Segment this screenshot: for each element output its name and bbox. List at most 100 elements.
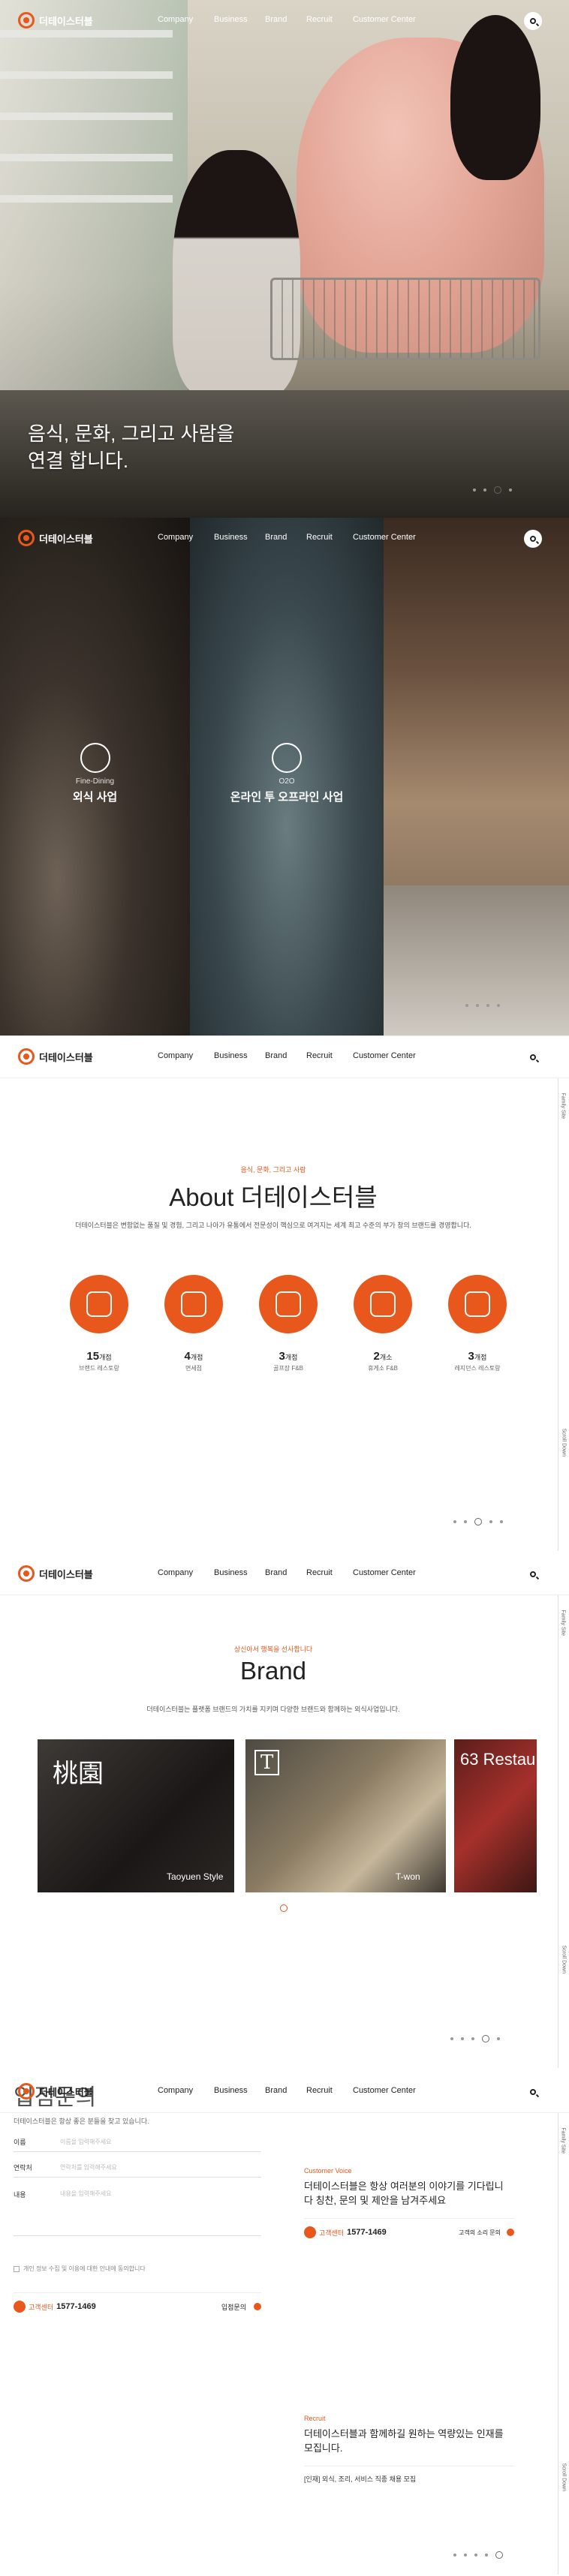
nav-recruit[interactable]: Recruit (306, 533, 353, 542)
nav-business[interactable]: Business (214, 1568, 265, 1577)
nav-company[interactable]: Company (158, 1568, 214, 1577)
nav-company[interactable]: Company (158, 533, 214, 542)
page-dot-active[interactable] (494, 486, 501, 494)
hero-line-1: 음식, 문화, 그리고 사람을 (28, 422, 235, 445)
brand-card-taoyuen[interactable]: 桃園 Taoyuen Style (38, 1739, 234, 1892)
business-panel-venue[interactable] (384, 518, 569, 1036)
contact-footer-bar: 고객센터 1577-1469 입점문의 (14, 2292, 261, 2313)
search-button[interactable] (524, 1565, 542, 1583)
brand-card-logo: 桃園 (53, 1759, 104, 1789)
brand-card-caption: Taoyuen Style (167, 1871, 224, 1882)
nav-brand[interactable]: Brand (265, 1568, 306, 1577)
voice-link-row[interactable]: 고객센터 1577-1469 고객의 소리 문의 (304, 2218, 514, 2238)
dining-icon (80, 743, 110, 773)
logo[interactable]: 더테이스터블 (18, 530, 93, 546)
nav-brand[interactable]: Brand (265, 533, 306, 542)
family-site-link[interactable]: Family Site (561, 1610, 566, 1636)
page-dot[interactable] (473, 488, 476, 491)
nav-brand[interactable]: Brand (265, 2086, 306, 2095)
logo[interactable]: 더테이스터블 (18, 1565, 93, 1582)
stat-number: 15 (86, 1350, 100, 1363)
nav-recruit[interactable]: Recruit (306, 2086, 353, 2095)
family-site-link[interactable]: Family Site (561, 1093, 566, 1119)
logo[interactable]: 더테이스터블 (18, 2083, 93, 2100)
stat-unit: 개소 (379, 1354, 393, 1361)
search-button[interactable] (524, 2083, 542, 2101)
page-dot[interactable] (461, 2037, 464, 2040)
page-dot[interactable] (486, 1004, 489, 1007)
nav-customer-center[interactable]: Customer Center (353, 1568, 435, 1577)
field-placeholder[interactable]: 내용을 입력해주세요 (60, 2190, 111, 2198)
page-dot[interactable] (497, 2037, 500, 2040)
page-dot[interactable] (485, 2553, 488, 2556)
business-panel-dining[interactable]: Fine-Dining 외식 사업 (0, 518, 190, 1036)
page-dot[interactable] (483, 488, 486, 491)
page-dot[interactable] (450, 2037, 453, 2040)
page-dot[interactable] (471, 2037, 474, 2040)
brand-card-63[interactable]: 63 Restau (454, 1739, 537, 1892)
site-header: 더테이스터블 Company Business Brand Recruit Cu… (0, 0, 569, 42)
logo[interactable]: 더테이스터블 (18, 12, 93, 29)
brand-slider-indicator[interactable] (280, 1904, 288, 1912)
nav-brand[interactable]: Brand (265, 1051, 306, 1060)
page-dot[interactable] (474, 2553, 477, 2556)
nav-customer-center[interactable]: Customer Center (353, 533, 435, 542)
logo-text: 더테이스터블 (39, 2086, 93, 2098)
page-dot[interactable] (464, 2553, 467, 2556)
search-button[interactable] (524, 1048, 542, 1066)
search-button[interactable] (524, 530, 542, 548)
business-pagination (465, 1004, 500, 1007)
logo[interactable]: 더테이스터블 (18, 1048, 93, 1065)
page-dot-active[interactable] (474, 1518, 482, 1525)
nav-brand[interactable]: Brand (265, 15, 306, 24)
nav-business[interactable]: Business (214, 15, 265, 24)
nav-business[interactable]: Business (214, 2086, 265, 2095)
nav-customer-center[interactable]: Customer Center (353, 1051, 435, 1060)
name-field[interactable]: 이름 이름을 입력해주세요 (14, 2133, 261, 2152)
section-pagination (453, 1518, 503, 1525)
page-dot[interactable] (453, 2553, 456, 2556)
message-field[interactable]: 내용 내용을 입력해주세요 (14, 2184, 261, 2236)
page-dot-active[interactable] (482, 2035, 489, 2042)
page-dot-active[interactable] (495, 2551, 503, 2559)
nav-recruit[interactable]: Recruit (306, 1051, 353, 1060)
page-dot[interactable] (476, 1004, 479, 1007)
nav-company[interactable]: Company (158, 1051, 214, 1060)
stat-label: 레지던스 레스토랑 (454, 1365, 501, 1372)
o2o-icon (272, 743, 302, 773)
search-icon (530, 1054, 536, 1060)
page-dot[interactable] (464, 1520, 467, 1523)
nav-recruit[interactable]: Recruit (306, 1568, 353, 1577)
nav-recruit[interactable]: Recruit (306, 15, 353, 24)
voice-arrow-icon[interactable] (507, 2229, 514, 2236)
site-header: 더테이스터블 Company Business Brand Recruit Cu… (0, 1553, 569, 1595)
logo-icon (18, 530, 35, 546)
main-nav: Company Business Brand Recruit Customer … (158, 1051, 435, 1060)
submit-arrow-icon[interactable] (254, 2303, 261, 2310)
page-dot[interactable] (489, 1520, 492, 1523)
business-panel-o2o[interactable]: O2O 온라인 투 오프라인 사업 (190, 518, 384, 1036)
phone-label: 고객센터 (319, 2229, 345, 2237)
nav-company[interactable]: Company (158, 2086, 214, 2095)
checkbox-icon[interactable] (14, 2265, 20, 2272)
nav-business[interactable]: Business (214, 1051, 265, 1060)
agree-checkbox[interactable]: 개인 정보 수집 및 이용에 대한 안내에 동의합니다 (14, 2265, 146, 2273)
field-placeholder[interactable]: 연락처를 입력해주세요 (60, 2163, 117, 2172)
field-placeholder[interactable]: 이름을 입력해주세요 (60, 2138, 111, 2146)
brand-card-twon[interactable]: T T-won (245, 1739, 446, 1892)
page-dot[interactable] (500, 1520, 503, 1523)
recruit-item[interactable]: [인재] 외식, 조리, 서비스 직종 채용 모집 (304, 2466, 514, 2484)
nav-business[interactable]: Business (214, 533, 265, 542)
page-dot[interactable] (453, 1520, 456, 1523)
page-dot[interactable] (465, 1004, 468, 1007)
phone-field[interactable]: 연락처 연락처를 입력해주세요 (14, 2158, 261, 2178)
submit-label[interactable]: 입점문의 (221, 2302, 246, 2312)
nav-customer-center[interactable]: Customer Center (353, 15, 435, 24)
page-dot[interactable] (509, 488, 512, 491)
page-dot[interactable] (497, 1004, 500, 1007)
nav-customer-center[interactable]: Customer Center (353, 2086, 435, 2095)
nav-company[interactable]: Company (158, 15, 214, 24)
voice-link[interactable]: 고객의 소리 문의 (459, 2229, 501, 2237)
family-site-link[interactable]: Family Site (561, 2127, 566, 2154)
search-button[interactable] (524, 12, 542, 30)
